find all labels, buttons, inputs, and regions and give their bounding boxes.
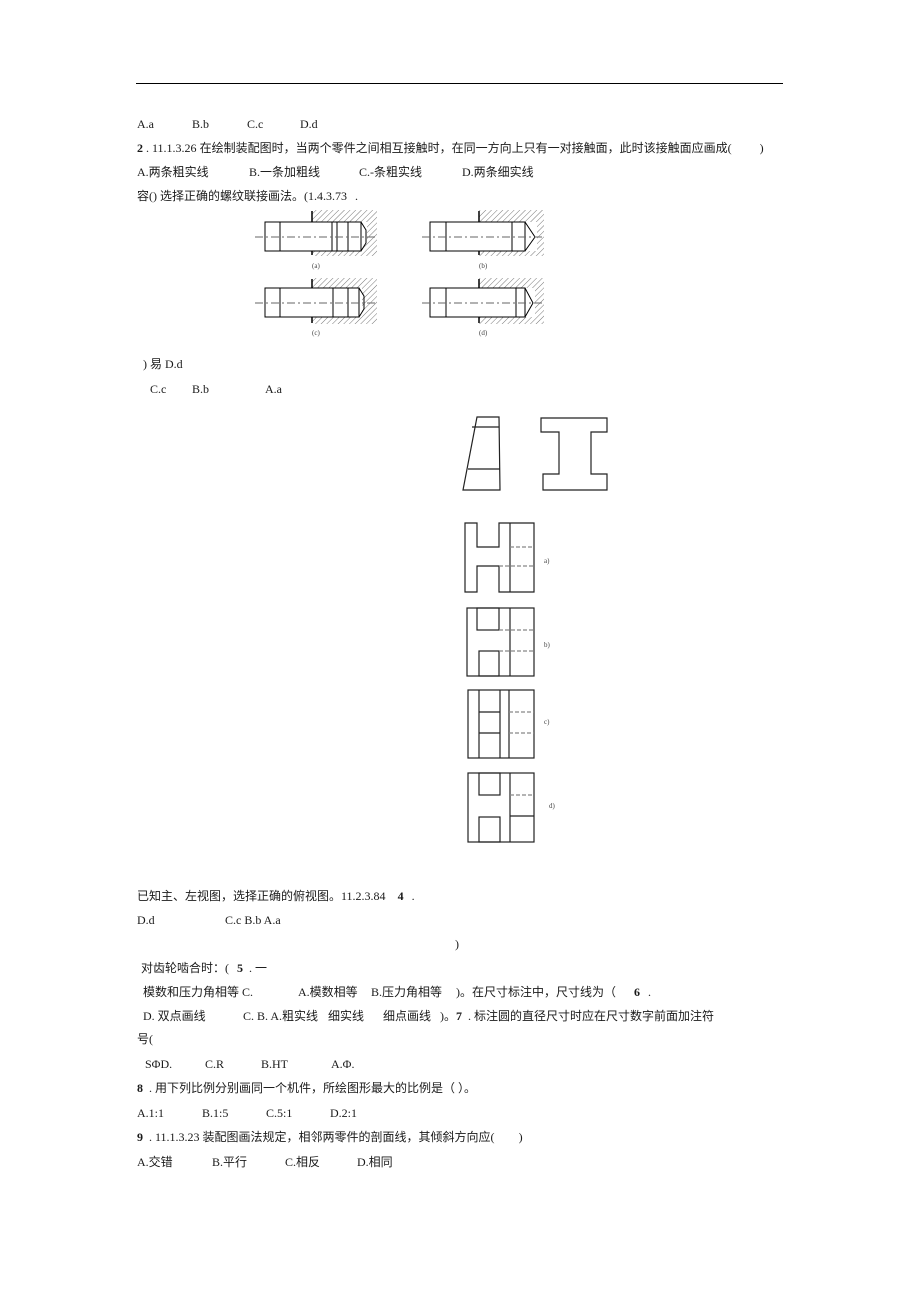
q7-cont: 号( — [137, 1032, 153, 1046]
q2-option-b: B.一条加粗线 — [249, 165, 321, 179]
thread-connection-figure: (a) (b) (c) (d) — [250, 208, 560, 343]
q8-stem: 8. 用下列比例分别画同一个机件，所绘图形最大的比例是（ ）。 — [137, 1081, 477, 1095]
q9-stem: 9. 11.1.3.23 装配图画法规定，相邻两零件的剖面线，其倾斜方向应() — [137, 1130, 523, 1144]
main-left-views-figure — [455, 410, 615, 495]
q8-option-a: A.1:1 — [137, 1106, 164, 1120]
q9-option-d: D.相同 — [357, 1155, 393, 1169]
q4-options: D.d C.c B.b A.a — [137, 913, 281, 927]
q2-code: 11.1.3.26 — [152, 141, 197, 155]
q3-answer-line: ) 易 D.d — [143, 357, 183, 371]
q9-option-a: A.交错 — [137, 1155, 173, 1169]
q8-option-b: B.1:5 — [202, 1106, 229, 1120]
thread-view-d: (d) — [422, 278, 544, 337]
q3-options: C.c B.b A.a — [150, 382, 282, 396]
q1-option-d: D.d — [300, 117, 318, 131]
q1-option-b: B.b — [192, 117, 210, 131]
q5-option-b: B.压力角相等 — [371, 985, 443, 999]
q7-option-c: C.R — [205, 1057, 225, 1071]
q7-option-d: SΦD. — [145, 1057, 173, 1071]
q1-option-c: C.c — [247, 117, 264, 131]
top-view-b: b) — [466, 607, 551, 677]
top-view-c: c) — [467, 689, 550, 759]
q7-number: 7 — [456, 1009, 462, 1023]
q6-options: D. 双点画线 C. B. A.粗实线 细实线 细点画线)。7. 标注圆的直径尺寸时应… — [143, 1009, 715, 1023]
q6-option-cba: C. B. A.粗实线 — [243, 1009, 319, 1023]
q2-option-d: D.两条细实线 — [462, 165, 534, 179]
q1-options: A.a B.b C.c D.d — [137, 117, 318, 131]
q2-text: 在绘制装配图时，当两个零件之间相互接触时，在同一方向上只有一对接触面，此时该接触… — [199, 141, 732, 155]
q2-option-c: C.-条粗实线 — [359, 165, 423, 179]
q8-option-c: C.5:1 — [266, 1106, 293, 1120]
q4-options-cba: C.c B.b A.a — [225, 913, 281, 927]
q5-stem: 对齿轮啮合时：(5. 一 — [141, 961, 268, 975]
q8-option-d: D.2:1 — [330, 1106, 357, 1120]
q5-option-c: 模数和压力角相等 C. — [143, 985, 254, 999]
thread-view-a: (a) — [255, 210, 377, 270]
q9-number: 9 — [137, 1130, 143, 1144]
caption-view-d: d) — [549, 802, 556, 810]
q3-stem: 容() 选择正确的螺纹联接画法。(1.4.3.73. — [137, 189, 358, 203]
q3-option-b: B.b — [192, 382, 210, 396]
top-views-figure: a) b) c) d) — [460, 520, 570, 850]
q7-option-a: A.Φ. — [331, 1057, 355, 1071]
caption-a: (a) — [312, 262, 320, 270]
header-rule — [136, 83, 783, 84]
q4-close-paren: ) — [455, 937, 459, 951]
q8-options: A.1:1 B.1:5 C.5:1 D.2:1 — [137, 1106, 357, 1120]
top-view-d: d) — [467, 772, 556, 843]
q5-option-a: A.模数相等 — [298, 985, 358, 999]
caption-c: (c) — [312, 329, 320, 337]
q7-options: SΦD. C.R B.HT A.Φ. — [145, 1057, 354, 1071]
q1-option-a: A.a — [137, 117, 154, 131]
left-view — [540, 417, 608, 491]
q5-options: 模数和压力角相等 C. A.模数相等 B.压力角相等)。在尺寸标注中，尺寸线为（ 6. — [143, 985, 651, 999]
q8-number: 8 — [137, 1081, 143, 1095]
q5-number: 5 — [237, 961, 243, 975]
q9-option-b: B.平行 — [212, 1155, 248, 1169]
caption-view-c: c) — [544, 718, 550, 726]
q4-stem: 已知主、左视图，选择正确的俯视图。11.2.3.84 4. — [137, 889, 415, 903]
q6-number: 6 — [634, 985, 640, 999]
thread-view-c: (c) — [255, 278, 377, 337]
q4-option-d: D.d — [137, 913, 155, 927]
q9-options: A.交错 B.平行 C.相反 D.相同 — [137, 1155, 393, 1169]
caption-view-b: b) — [544, 641, 551, 649]
q2-options: A.两条粗实线 B.一条加粗线 C.-条粗实线 D.两条细实线 — [137, 165, 534, 179]
q9-option-c: C.相反 — [285, 1155, 321, 1169]
front-view — [462, 416, 501, 491]
top-view-a: a) — [464, 522, 550, 593]
q3-option-c: C.c — [150, 382, 167, 396]
caption-d: (d) — [479, 329, 488, 337]
q2-stem: 2 . 11.1.3.26 在绘制装配图时，当两个零件之间相互接触时，在同一方向… — [137, 141, 764, 155]
q4-number: 4 — [397, 889, 404, 903]
caption-view-a: a) — [544, 557, 550, 565]
q3-option-a: A.a — [265, 382, 282, 396]
q6-option-d: D. 双点画线 — [143, 1009, 206, 1023]
thread-view-b: (b) — [422, 210, 544, 270]
caption-b: (b) — [479, 262, 488, 270]
q7-option-b: B.HT — [261, 1057, 288, 1071]
q2-option-a: A.两条粗实线 — [137, 165, 209, 179]
